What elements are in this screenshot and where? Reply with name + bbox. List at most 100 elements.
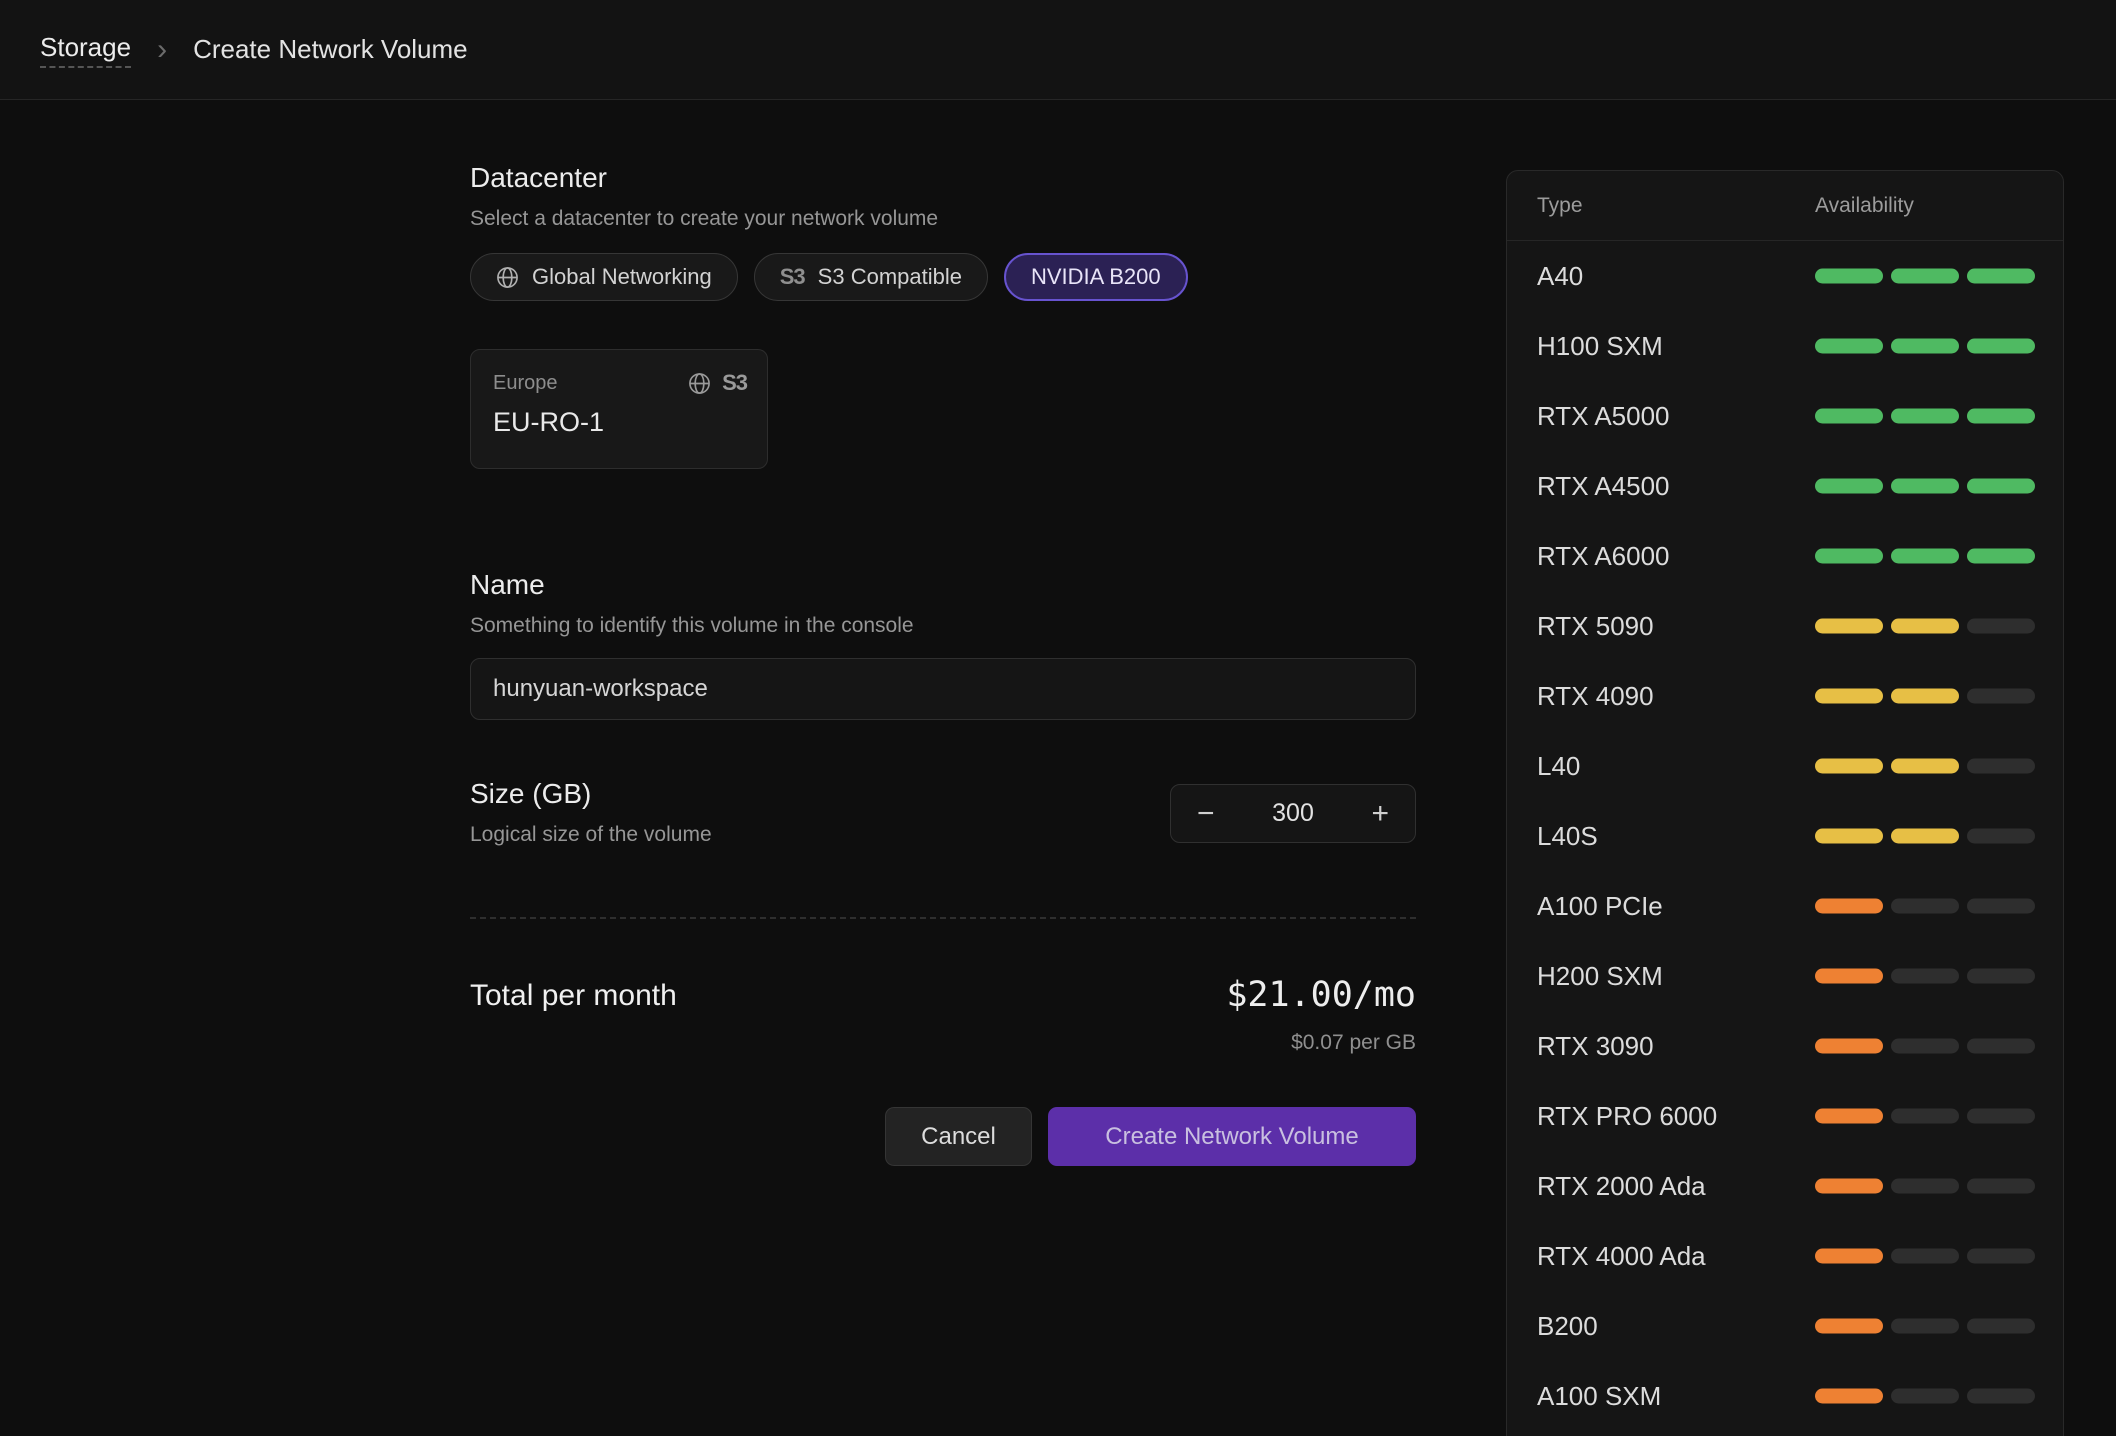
- availability-segment: [1891, 409, 1959, 424]
- gpu-row: RTX 3090: [1507, 1011, 2063, 1081]
- gpu-type-label: RTX PRO 6000: [1537, 1101, 1717, 1132]
- availability-meter: [1815, 1179, 2035, 1194]
- create-network-volume-button[interactable]: Create Network Volume: [1048, 1107, 1416, 1166]
- availability-segment: [1967, 269, 2035, 284]
- availability-meter: [1815, 759, 2035, 774]
- gpu-type-label: RTX 2000 Ada: [1537, 1171, 1706, 1202]
- availability-meter: [1815, 479, 2035, 494]
- gpu-row: B200: [1507, 1291, 2063, 1361]
- size-decrement-button[interactable]: −: [1197, 799, 1215, 829]
- availability-segment: [1967, 1389, 2035, 1404]
- availability-header-row: Type Availability: [1507, 171, 2063, 241]
- availability-segment: [1891, 479, 1959, 494]
- availability-segment: [1815, 1109, 1883, 1124]
- gpu-row: H100 SXM: [1507, 311, 2063, 381]
- type-column-header: Type: [1537, 194, 1583, 218]
- availability-segment: [1967, 689, 2035, 704]
- breadcrumb-chevron-icon: ›: [157, 35, 167, 65]
- availability-meter: [1815, 829, 2035, 844]
- gpu-type-label: L40: [1537, 751, 1580, 782]
- size-increment-button[interactable]: +: [1371, 799, 1389, 829]
- availability-meter: [1815, 1109, 2035, 1124]
- summary-divider: [470, 917, 1416, 919]
- gpu-type-label: RTX 4090: [1537, 681, 1654, 712]
- datacenter-filter-row: Global Networking S3 S3 Compatible NVIDI…: [470, 253, 1416, 301]
- availability-segment: [1815, 1389, 1883, 1404]
- gpu-row: A100 PCIe: [1507, 871, 2063, 941]
- availability-segment: [1967, 829, 2035, 844]
- filter-nvidia-b200[interactable]: NVIDIA B200: [1004, 253, 1188, 301]
- availability-segment: [1815, 339, 1883, 354]
- name-subtitle: Something to identify this volume in the…: [470, 614, 1416, 638]
- cancel-button[interactable]: Cancel: [885, 1107, 1032, 1166]
- top-bar: Storage › Create Network Volume: [0, 0, 2116, 100]
- availability-segment: [1967, 339, 2035, 354]
- volume-name-input[interactable]: [470, 658, 1416, 720]
- size-value: 300: [1272, 799, 1314, 828]
- availability-meter: [1815, 409, 2035, 424]
- availability-segment: [1967, 759, 2035, 774]
- gpu-row: RTX 5090: [1507, 591, 2063, 661]
- availability-meter: [1815, 1249, 2035, 1264]
- gpu-row: RTX 2000 Ada: [1507, 1151, 2063, 1221]
- gpu-type-label: H100 SXM: [1537, 331, 1663, 362]
- availability-segment: [1967, 1109, 2035, 1124]
- availability-segment: [1967, 1319, 2035, 1334]
- availability-meter: [1815, 619, 2035, 634]
- gpu-type-label: RTX 4000 Ada: [1537, 1241, 1706, 1272]
- gpu-type-label: RTX A4500: [1537, 471, 1670, 502]
- availability-meter: [1815, 269, 2035, 284]
- gpu-row: L40S: [1507, 801, 2063, 871]
- gpu-row: RTX A4500: [1507, 451, 2063, 521]
- gpu-row: RTX 4090: [1507, 661, 2063, 731]
- availability-segment: [1967, 409, 2035, 424]
- name-title: Name: [470, 569, 1416, 601]
- gpu-type-label: B200: [1537, 1311, 1598, 1342]
- availability-segment: [1967, 479, 2035, 494]
- datacenter-title: Datacenter: [470, 162, 1416, 194]
- filter-s3-compatible[interactable]: S3 S3 Compatible: [754, 253, 988, 301]
- availability-meter: [1815, 1039, 2035, 1054]
- availability-segment: [1891, 1319, 1959, 1334]
- availability-segment: [1815, 479, 1883, 494]
- price-per-gb: $0.07 per GB: [1291, 1031, 1416, 1055]
- datacenter-subtitle: Select a datacenter to create your netwo…: [470, 207, 1416, 231]
- availability-segment: [1967, 1249, 2035, 1264]
- availability-segment: [1815, 409, 1883, 424]
- availability-column-header: Availability: [1815, 194, 1914, 218]
- summary-values: $21.00/mo $0.07 per GB: [1226, 975, 1416, 1055]
- breadcrumb-storage-link[interactable]: Storage: [40, 32, 131, 68]
- availability-segment: [1815, 1319, 1883, 1334]
- total-price: $21.00/mo: [1226, 975, 1416, 1015]
- filter-label: NVIDIA B200: [1031, 264, 1161, 290]
- total-per-month-label: Total per month: [470, 975, 677, 1013]
- datacenter-card-eu-ro-1[interactable]: Europe EU-RO-1 S3: [470, 349, 768, 469]
- globe-icon: [496, 266, 519, 289]
- gpu-row: RTX A6000: [1507, 521, 2063, 591]
- availability-meter: [1815, 339, 2035, 354]
- page-title: Create Network Volume: [193, 34, 468, 65]
- availability-segment: [1815, 829, 1883, 844]
- gpu-type-label: RTX A5000: [1537, 401, 1670, 432]
- gpu-rows: A40H100 SXMRTX A5000RTX A4500RTX A6000RT…: [1507, 241, 2063, 1431]
- create-volume-form: Datacenter Select a datacenter to create…: [470, 100, 1416, 1166]
- s3-badge: S3: [722, 370, 747, 396]
- gpu-row: L40: [1507, 731, 2063, 801]
- gpu-type-label: RTX A6000: [1537, 541, 1670, 572]
- filter-global-networking[interactable]: Global Networking: [470, 253, 738, 301]
- s3-icon: S3: [780, 264, 805, 290]
- availability-segment: [1891, 759, 1959, 774]
- availability-segment: [1891, 619, 1959, 634]
- gpu-type-label: L40S: [1537, 821, 1598, 852]
- availability-meter: [1815, 899, 2035, 914]
- availability-segment: [1815, 689, 1883, 704]
- availability-segment: [1891, 339, 1959, 354]
- datacenter-id: EU-RO-1: [493, 407, 745, 438]
- gpu-row: RTX PRO 6000: [1507, 1081, 2063, 1151]
- availability-segment: [1891, 269, 1959, 284]
- gpu-type-label: H200 SXM: [1537, 961, 1663, 992]
- availability-segment: [1891, 1389, 1959, 1404]
- availability-segment: [1967, 1039, 2035, 1054]
- availability-segment: [1891, 549, 1959, 564]
- form-actions: Cancel Create Network Volume: [470, 1107, 1416, 1166]
